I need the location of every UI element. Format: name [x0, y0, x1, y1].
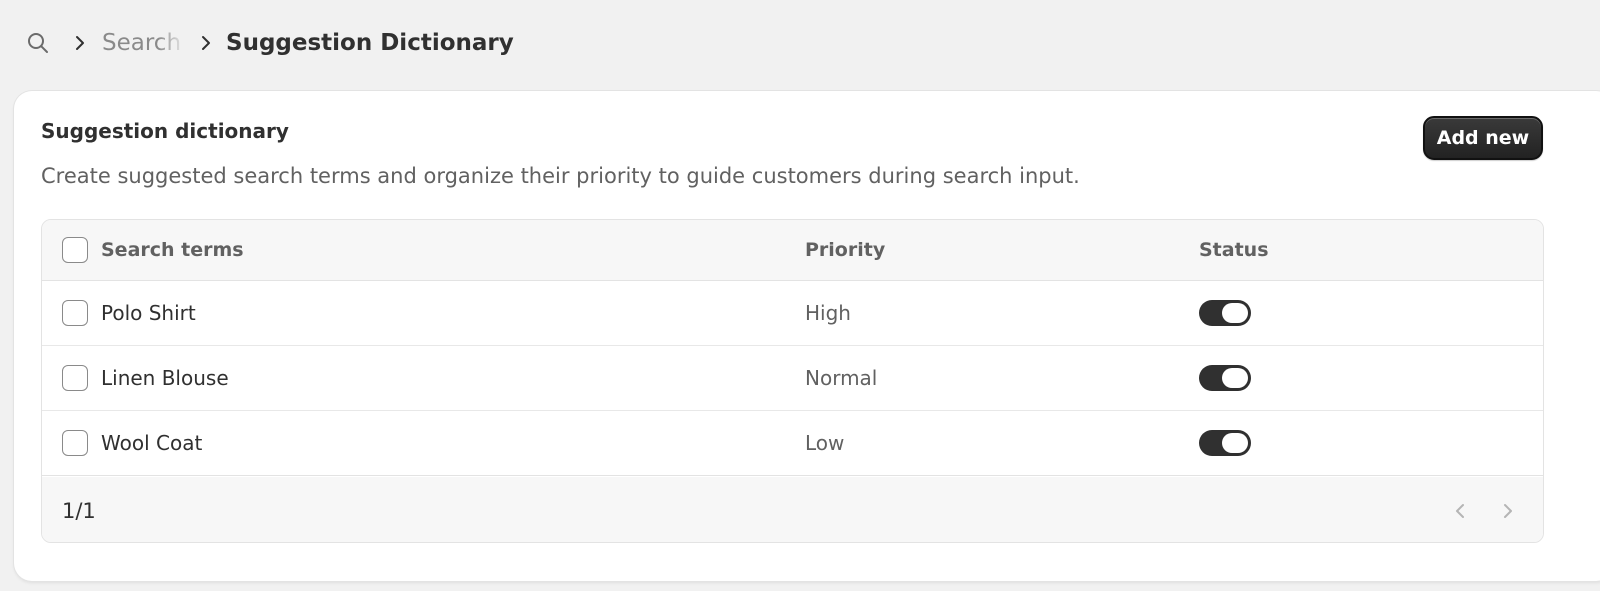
table-row[interactable]: Polo Shirt High [42, 281, 1543, 346]
row-checkbox[interactable] [62, 430, 88, 456]
row-checkbox[interactable] [62, 300, 88, 326]
status-toggle[interactable] [1199, 430, 1251, 456]
search-terms-table: Search terms Priority Status Polo Shirt … [41, 219, 1544, 543]
card-title: Suggestion dictionary [41, 119, 289, 143]
table-header-row: Search terms Priority Status [42, 220, 1543, 281]
table-row[interactable]: Wool Coat Low [42, 411, 1543, 476]
column-header-search-terms[interactable]: Search terms [101, 239, 244, 261]
breadcrumb: Search Suggestion Dictionary [24, 26, 514, 60]
toggle-knob [1222, 303, 1248, 323]
toggle-knob [1222, 433, 1248, 453]
chevron-right-icon[interactable] [1492, 496, 1522, 526]
row-checkbox[interactable] [62, 365, 88, 391]
select-all-checkbox[interactable] [62, 237, 88, 263]
column-header-status[interactable]: Status [1199, 239, 1269, 261]
chevron-right-icon [66, 29, 94, 57]
search-term[interactable]: Wool Coat [101, 431, 202, 455]
suggestion-dictionary-card: Suggestion dictionary Create suggested s… [14, 91, 1600, 581]
search-term[interactable]: Polo Shirt [101, 301, 196, 325]
status-toggle[interactable] [1199, 365, 1251, 391]
page-indicator: 1/1 [62, 498, 96, 523]
toggle-switch[interactable] [1199, 430, 1251, 456]
toggle-switch[interactable] [1199, 365, 1251, 391]
priority-value: High [805, 301, 851, 325]
toggle-knob [1222, 368, 1248, 388]
priority-value: Low [805, 431, 845, 455]
breadcrumb-parent-link[interactable]: Search [102, 27, 182, 59]
add-new-button[interactable]: Add new [1423, 116, 1543, 160]
search-icon[interactable] [24, 29, 52, 57]
chevron-right-icon [192, 29, 220, 57]
toggle-switch[interactable] [1199, 300, 1251, 326]
page-title: Suggestion Dictionary [226, 30, 514, 56]
card-description: Create suggested search terms and organi… [41, 164, 1080, 188]
table-row[interactable]: Linen Blouse Normal [42, 346, 1543, 411]
column-header-priority[interactable]: Priority [805, 239, 885, 261]
status-toggle[interactable] [1199, 300, 1251, 326]
search-term[interactable]: Linen Blouse [101, 366, 229, 390]
priority-value: Normal [805, 366, 878, 390]
chevron-left-icon[interactable] [1446, 496, 1476, 526]
pagination-bar: 1/1 [42, 477, 1543, 542]
